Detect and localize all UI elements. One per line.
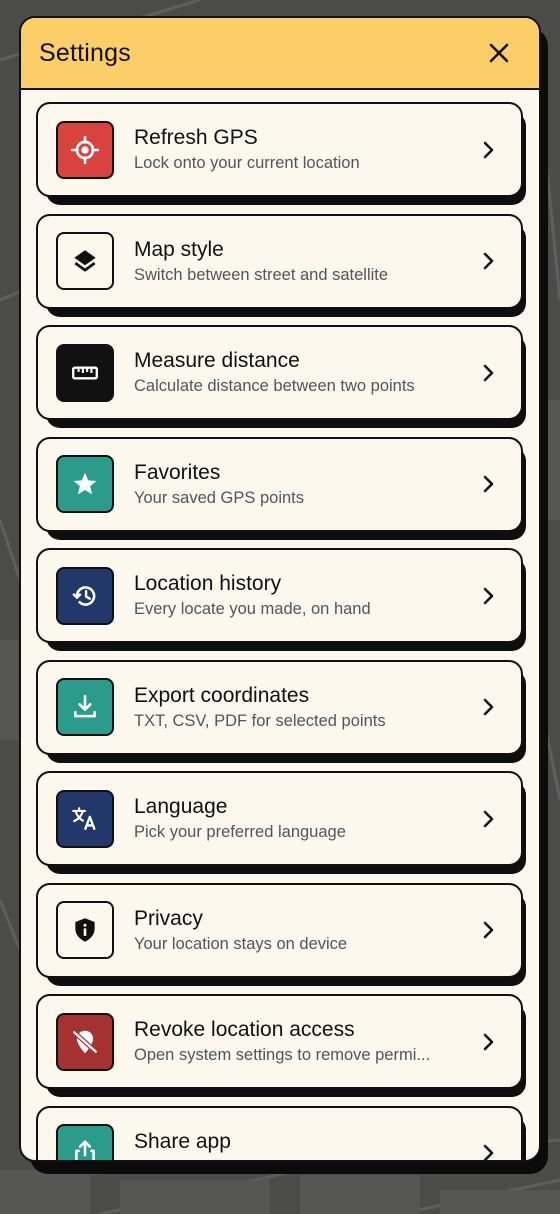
settings-item-button[interactable]: Favorites Your saved GPS points [36,436,523,532]
chevron-right-icon [483,921,494,939]
page-title: Settings [39,38,131,67]
item-title: Favorites [134,460,221,484]
item-title: Refresh GPS [134,126,258,149]
item-title: Map style [134,237,224,261]
item-text: Privacy Your location stays on device [134,906,477,955]
settings-item-button[interactable]: Measure distance Calculate distance betwe… [36,325,523,420]
settings-item[interactable]: Privacy Your location stays on device [36,882,526,986]
settings-item-button[interactable]: Refresh GPS Lock onto your current locati… [36,102,523,197]
icon-tile [56,678,114,736]
close-button[interactable] [481,35,517,71]
settings-item[interactable]: Revoke location access Open system settin… [36,994,526,1097]
item-subtitle: Open system settings to remove permi... [134,1046,431,1064]
chevron-right-icon [483,1033,494,1050]
chevron-wrap [477,141,499,159]
item-subtitle: Switch between street and satellite [134,265,389,284]
chevron-right-icon [483,475,494,493]
chevron-right-icon [483,810,494,827]
item-text: Measure distance Calculate distance betwe… [134,348,477,397]
location-off-icon [71,1029,99,1054]
icon-tile [56,566,114,625]
settings-item-button[interactable]: Map style Switch between street and satel… [36,213,523,309]
chevron-wrap [477,1144,499,1160]
item-text: Export coordinates TXT, CSV, PDF for sele… [134,683,477,732]
settings-item[interactable]: Location history Every locate you made, o… [36,548,526,651]
shield-icon [75,918,95,942]
item-title: Privacy [134,906,203,930]
icon-tile [56,455,114,513]
chevron-wrap [477,698,499,716]
item-subtitle: Send a link to a friend [134,1156,474,1161]
icon-tile [56,232,114,290]
icon-tile [56,1124,114,1160]
item-subtitle: Lock onto your current location [134,154,360,172]
chevron-right-icon [483,364,494,381]
item-title: Export coordinates [134,683,310,707]
chevron-wrap [477,587,499,605]
share-icon [75,1140,95,1160]
item-text: Location history Every locate you made, o… [134,571,477,620]
icon-tile [56,120,114,179]
item-text: Map style Switch between street and satel… [134,237,477,286]
item-title: Share app [134,1129,231,1153]
chevron-wrap [477,475,499,493]
item-title: Language [134,795,228,818]
item-text: Share app Send a link to a friend [134,1129,477,1161]
icon-tile [56,789,114,848]
chevron-right-icon [483,1144,494,1160]
star-icon [73,472,97,495]
history-icon [72,585,96,606]
chevron-wrap [477,921,499,939]
settings-item-button[interactable]: Language Pick your preferred language [36,771,523,866]
icon-tile [56,1012,114,1071]
item-subtitle: Your saved GPS points [134,488,304,507]
translate-icon [72,806,96,830]
icon-tile [56,343,114,402]
settings-panel: Settings Refresh GPS Lock onto your curre… [19,16,541,1162]
ruler-icon [72,365,98,380]
item-text: Favorites Your saved GPS points [134,460,477,509]
settings-item[interactable]: Favorites Your saved GPS points [36,436,526,540]
settings-item[interactable]: Map style Switch between street and satel… [36,213,526,317]
settings-item-button[interactable]: Share app Send a link to a friend [36,1105,523,1161]
chevron-right-icon [483,252,494,270]
chevron-wrap [477,364,499,382]
chevron-right-icon [483,587,494,604]
item-subtitle: Calculate distance between two points [134,377,415,395]
item-text: Revoke location access Open system settin… [134,1017,477,1066]
item-title: Measure distance [134,349,300,372]
settings-item[interactable]: Refresh GPS Lock onto your current locati… [36,102,526,205]
icon-tile [56,901,114,959]
settings-item-button[interactable]: Revoke location access Open system settin… [36,994,523,1089]
layers-icon [74,250,96,272]
settings-item[interactable]: Language Pick your preferred language [36,771,526,874]
item-title: Revoke location access [134,1018,355,1041]
settings-item[interactable]: Share app Send a link to a friend [36,1105,526,1161]
item-subtitle: Your location stays on device [134,934,348,953]
chevron-wrap [477,1033,499,1051]
item-subtitle: Every locate you made, on hand [134,600,371,618]
settings-item-button[interactable]: Location history Every locate you made, o… [36,548,523,643]
panel-header: Settings [21,18,539,90]
chevron-wrap [477,252,499,270]
item-subtitle: Pick your preferred language [134,823,346,841]
chevron-right-icon [483,141,494,158]
settings-item[interactable]: Measure distance Calculate distance betwe… [36,325,526,428]
item-text: Language Pick your preferred language [134,794,477,843]
settings-list[interactable]: Refresh GPS Lock onto your current locati… [21,90,539,1160]
item-text: Refresh GPS Lock onto your current locati… [134,125,477,174]
item-title: Location history [134,572,282,595]
settings-item-button[interactable]: Privacy Your location stays on device [36,882,523,978]
download-icon [74,695,96,718]
settings-item-button[interactable]: Export coordinates TXT, CSV, PDF for sele… [36,659,523,755]
chevron-wrap [477,810,499,828]
close-icon [489,43,509,63]
item-subtitle: TXT, CSV, PDF for selected points [134,711,386,730]
chevron-right-icon [483,698,494,716]
crosshair-icon [70,135,100,164]
settings-item[interactable]: Export coordinates TXT, CSV, PDF for sele… [36,659,526,763]
